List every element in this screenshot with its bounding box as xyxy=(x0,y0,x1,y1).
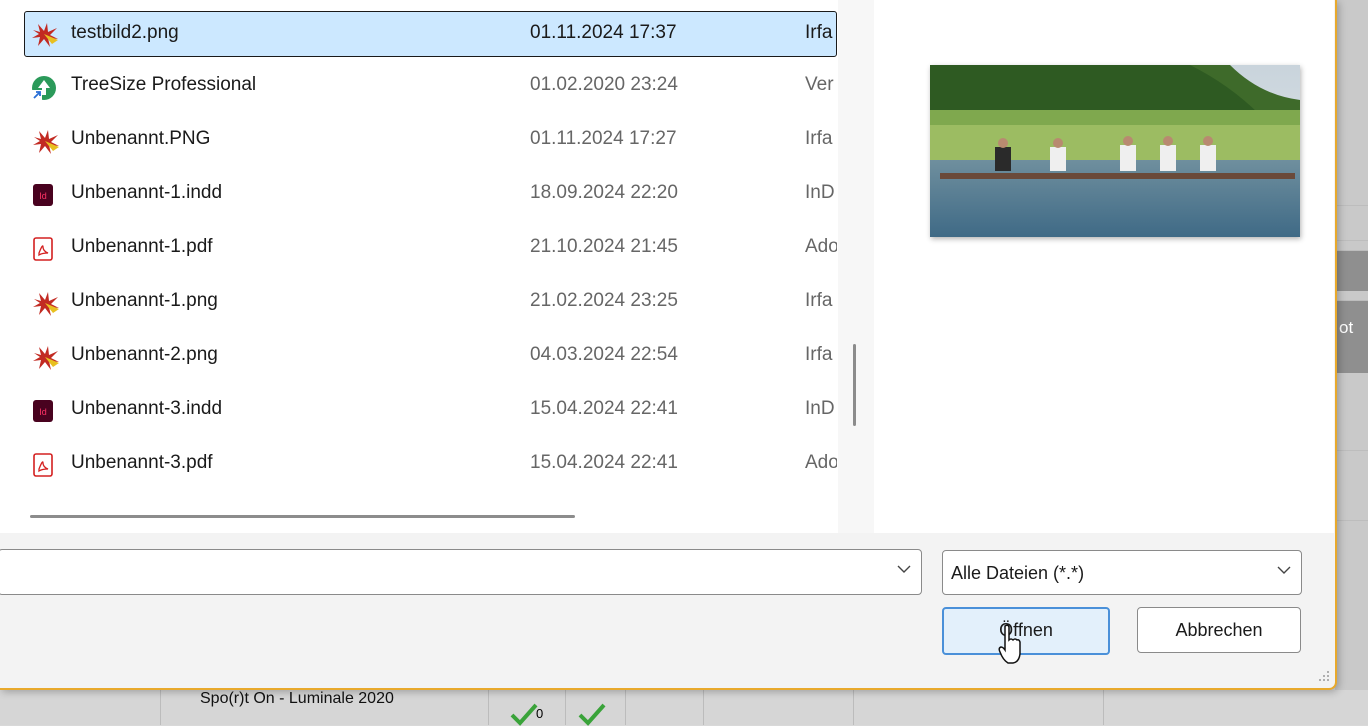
file-type: InD xyxy=(805,398,835,419)
horizontal-scrollbar-thumb[interactable] xyxy=(30,515,575,518)
file-row[interactable]: Unbenannt-1.png 21.02.2024 23:25 Irfa xyxy=(25,277,836,329)
background-band xyxy=(1335,250,1368,291)
background-luminale-text: Spo(r)t On - Luminale 2020 xyxy=(200,690,394,707)
irfanview-icon xyxy=(30,22,58,47)
file-row[interactable]: Unbenannt-3.pdf 15.04.2024 22:41 Ado xyxy=(25,439,837,491)
open-file-dialog: testbild2.png 01.11.2024 17:37 Irfa TreeSiz… xyxy=(0,0,1337,690)
svg-text:Id: Id xyxy=(39,191,47,201)
background-cell xyxy=(625,690,704,725)
irfanview-icon xyxy=(31,291,59,316)
pdf-icon xyxy=(31,453,55,477)
check-count: 0 xyxy=(536,706,544,721)
filename-combobox[interactable] xyxy=(0,549,922,595)
indesign-icon: Id xyxy=(31,399,55,423)
file-type: Ado xyxy=(805,236,837,257)
file-name: TreeSize Professional xyxy=(71,74,257,95)
irfanview-icon xyxy=(31,129,59,154)
file-row[interactable]: Id Unbenannt-3.indd 15.04.2024 22:41 InD xyxy=(25,385,836,437)
background-band xyxy=(1335,520,1368,521)
file-list: testbild2.png 01.11.2024 17:37 Irfa TreeSiz… xyxy=(0,0,838,533)
hand-cursor-icon xyxy=(998,624,1021,664)
file-name: Unbenannt-1.png xyxy=(71,290,218,311)
file-row[interactable]: Unbenannt-2.png 04.03.2024 22:54 Irfa xyxy=(25,331,836,383)
file-row[interactable]: Unbenannt.PNG 01.11.2024 17:27 Irfa xyxy=(25,115,836,167)
background-cell xyxy=(703,690,854,725)
svg-text:Id: Id xyxy=(39,407,47,417)
resize-grip-icon[interactable] xyxy=(1318,670,1330,682)
background-table-row: Spo(r)t On - Luminale 2020 0 xyxy=(0,690,1368,726)
background-band xyxy=(1335,205,1368,206)
vertical-scrollbar-thumb[interactable] xyxy=(853,344,856,426)
file-row[interactable]: testbild2.png 01.11.2024 17:37 Irfa xyxy=(24,11,837,57)
file-date: 15.04.2024 22:41 xyxy=(530,398,678,419)
file-date: 01.02.2020 23:24 xyxy=(530,74,678,95)
background-ot-text: ot xyxy=(1339,318,1354,337)
file-row[interactable]: TreeSize Professional 01.02.2020 23:24 Ver xyxy=(25,61,836,113)
file-date: 18.09.2024 22:20 xyxy=(530,182,678,203)
open-button[interactable]: Öffnen xyxy=(942,607,1110,655)
background-app-panel xyxy=(1335,0,1368,725)
file-name: Unbenannt-1.pdf xyxy=(71,236,213,257)
vertical-scrollbar-track[interactable] xyxy=(838,0,874,533)
chevron-down-icon[interactable] xyxy=(1277,565,1291,575)
file-type: Ado xyxy=(805,452,837,473)
file-name: Unbenannt-1.indd xyxy=(71,182,223,203)
file-date: 21.02.2024 23:25 xyxy=(530,290,678,311)
preview-image xyxy=(930,65,1300,237)
background-band xyxy=(1335,450,1368,451)
file-type: Irfa xyxy=(805,128,833,149)
file-row[interactable]: Id Unbenannt-1.indd 18.09.2024 22:20 InD xyxy=(25,169,836,221)
irfanview-icon xyxy=(31,345,59,370)
file-type-filter-value: Alle Dateien (*.*) xyxy=(951,563,1085,583)
check-icon xyxy=(578,703,606,726)
indesign-icon: Id xyxy=(31,183,55,207)
file-date: 01.11.2024 17:27 xyxy=(530,128,677,149)
file-name: testbild2.png xyxy=(71,22,179,43)
file-name: Unbenannt.PNG xyxy=(71,128,211,149)
file-type: Irfa xyxy=(805,22,833,43)
treesize-shortcut-icon xyxy=(31,75,56,100)
file-name: Unbenannt-3.pdf xyxy=(71,452,213,473)
file-row[interactable]: Unbenannt-1.pdf 21.10.2024 21:45 Ado xyxy=(25,223,837,275)
file-date: 21.10.2024 21:45 xyxy=(530,236,678,257)
file-date: 15.04.2024 22:41 xyxy=(530,452,678,473)
file-type-filter[interactable]: Alle Dateien (*.*) xyxy=(942,550,1302,595)
file-name: Unbenannt-2.png xyxy=(71,344,218,365)
cancel-button[interactable]: Abbrechen xyxy=(1137,607,1301,653)
pdf-icon xyxy=(31,237,55,261)
file-type: Irfa xyxy=(805,344,833,365)
file-type: Irfa xyxy=(805,290,833,311)
file-date: 04.03.2024 22:54 xyxy=(530,344,678,365)
chevron-down-icon[interactable] xyxy=(897,564,911,574)
file-date: 01.11.2024 17:37 xyxy=(530,22,677,43)
file-type: Ver xyxy=(805,74,834,95)
file-type: InD xyxy=(805,182,835,203)
background-band xyxy=(1335,240,1368,241)
background-cell xyxy=(853,690,1104,725)
file-name: Unbenannt-3.indd xyxy=(71,398,223,419)
background-cell xyxy=(0,690,161,725)
